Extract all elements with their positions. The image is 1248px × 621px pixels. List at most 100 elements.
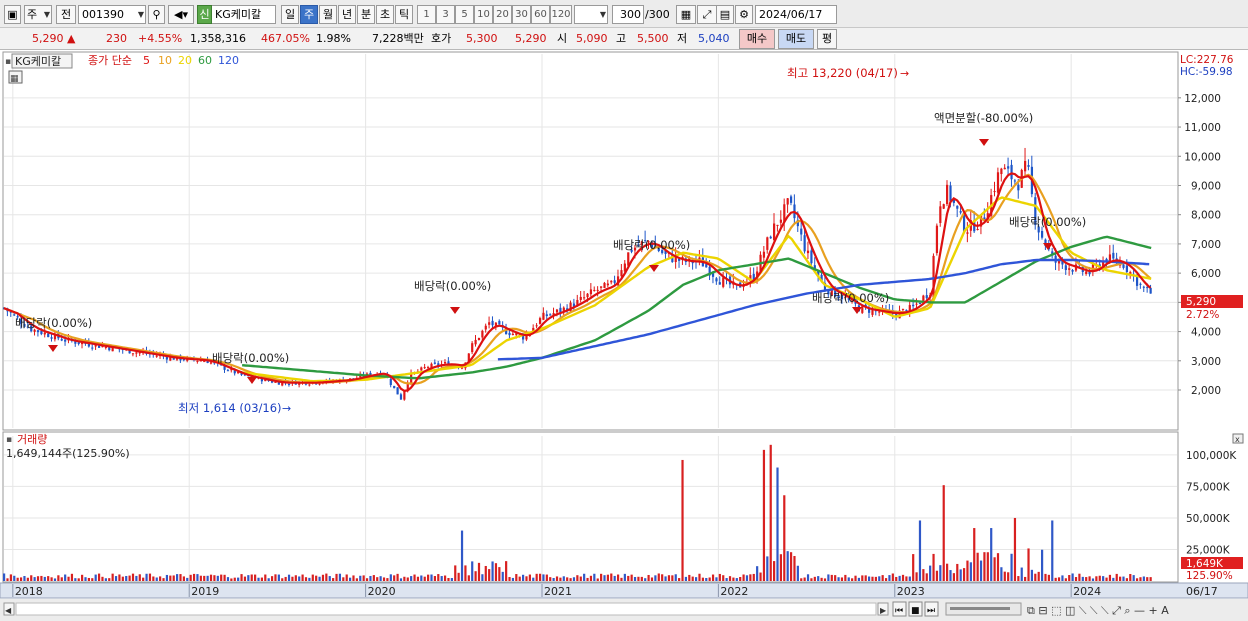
volume-bar [505, 561, 508, 581]
volume-bar [708, 577, 711, 581]
volume-bar [562, 576, 565, 581]
draw-tool-icon[interactable]: ⤢ [697, 5, 717, 24]
legend-ma-5: 5 [143, 54, 150, 67]
volume-bar [810, 578, 813, 581]
window-icon[interactable]: ▣ [4, 5, 21, 24]
tab-period-month[interactable]: 월 [319, 5, 337, 24]
volume-bar [793, 555, 796, 581]
candle-body [396, 387, 399, 395]
sell-button[interactable]: 매도 [778, 29, 814, 49]
speaker-icon[interactable]: ◀▾ [168, 5, 194, 24]
tab-period-week[interactable]: 주 [300, 5, 318, 24]
volume-bar [545, 574, 548, 581]
volume-bar [912, 554, 915, 581]
volume-bar [627, 575, 630, 581]
volume-bar [817, 576, 820, 581]
volume-bar [1003, 571, 1006, 581]
volume-bar [23, 576, 26, 581]
chevron-down-icon: ▼ [137, 10, 144, 19]
tab-period-year[interactable]: 년 [338, 5, 356, 24]
candle-body [545, 314, 548, 317]
volume-bar [776, 467, 779, 581]
volume-bar [871, 576, 874, 581]
up-arrow-icon: ▲ [67, 32, 76, 45]
tab-period-second[interactable]: 초 [376, 5, 394, 24]
volume-bar [1102, 576, 1105, 581]
volume-bar [291, 576, 294, 581]
volume-bar [820, 577, 823, 581]
interval-30[interactable]: 30 [512, 5, 531, 24]
date-input[interactable]: 2024/06/17 [755, 5, 837, 24]
volume-bar [131, 573, 135, 581]
candle-body [131, 353, 135, 355]
candle-body [423, 367, 426, 369]
candle-body [705, 264, 708, 268]
volume-bar [593, 573, 596, 581]
chart-type-icon[interactable]: ▦ [676, 5, 696, 24]
volume-bar [250, 574, 253, 581]
candle-body [508, 332, 511, 336]
volume-bar [196, 574, 199, 581]
interval-1[interactable]: 1 [417, 5, 436, 24]
candle-body [620, 270, 623, 277]
volume-bar [779, 554, 782, 581]
candle-body [555, 309, 559, 313]
stock-name-field[interactable]: KG케미칼 [212, 5, 276, 24]
volume-bar [60, 577, 63, 581]
volume-bar [701, 577, 704, 581]
volume-bar [216, 575, 219, 581]
volume-bar [566, 577, 569, 581]
volume-bar [867, 576, 871, 581]
volume-bar [91, 578, 94, 581]
period-selector[interactable]: 주 ▼ [24, 5, 52, 24]
low-annotation: 최저 1,614 (03/16) [178, 401, 282, 415]
volume-bar [1119, 576, 1122, 581]
volume-bar [223, 574, 226, 581]
interval-120[interactable]: 120 [550, 5, 572, 24]
gear-icon[interactable]: ⚙ [735, 5, 753, 24]
save-icon[interactable]: ▤ [716, 5, 734, 24]
tab-period-minute[interactable]: 분 [357, 5, 375, 24]
candle-body [776, 224, 779, 226]
interval-10[interactable]: 10 [474, 5, 493, 24]
volume-bar [874, 576, 877, 581]
eval-button[interactable]: 평 [817, 29, 837, 49]
volume-bar [277, 574, 280, 581]
volume-tag-value: 1,649K [1186, 558, 1224, 570]
volume-bar [694, 577, 698, 581]
volume-bar [443, 575, 447, 581]
volume-bar [165, 574, 169, 581]
volume-bar [376, 577, 379, 581]
candle-body [43, 332, 46, 335]
prev-button[interactable]: 전 [56, 5, 76, 24]
y-tick-label: 10,000 [1184, 151, 1221, 163]
interval-20[interactable]: 20 [493, 5, 512, 24]
tool-icons[interactable]: ⧉ ⊟ ⬚ ◫ ⟍ ⟍ ⟍ ⤢ ⌕ — + A [1027, 604, 1169, 617]
volume-tick-label: 50,000K [1186, 513, 1231, 525]
volume-bar [182, 576, 185, 581]
volume-bar [138, 574, 141, 581]
candle-body [498, 320, 501, 325]
volume-bar [728, 576, 732, 581]
bar-count-input[interactable]: 300 [612, 5, 644, 24]
search-icon[interactable]: ⚲ [148, 5, 165, 24]
interval-5[interactable]: 5 [455, 5, 474, 24]
tab-period-tick[interactable]: 틱 [395, 5, 413, 24]
tab-period-day[interactable]: 일 [281, 5, 299, 24]
interval-3[interactable]: 3 [436, 5, 455, 24]
candle-body [925, 295, 928, 299]
stock-code-input[interactable]: 001390 ▼ [78, 5, 146, 24]
legend-ma-60: 60 [198, 54, 212, 67]
volume-bar [26, 577, 29, 581]
legend-ma-120: 120 [218, 54, 239, 67]
candle-body [1027, 165, 1030, 167]
scroll-track[interactable] [15, 602, 877, 616]
buy-button[interactable]: 매수 [739, 29, 775, 49]
volume-bar [725, 578, 728, 581]
custom-interval-select[interactable]: ▼ [574, 5, 608, 24]
interval-60[interactable]: 60 [531, 5, 550, 24]
volume-bar [898, 575, 901, 581]
volume-bar [830, 574, 833, 581]
volume-bar [365, 578, 369, 581]
candle-body [1139, 283, 1142, 285]
